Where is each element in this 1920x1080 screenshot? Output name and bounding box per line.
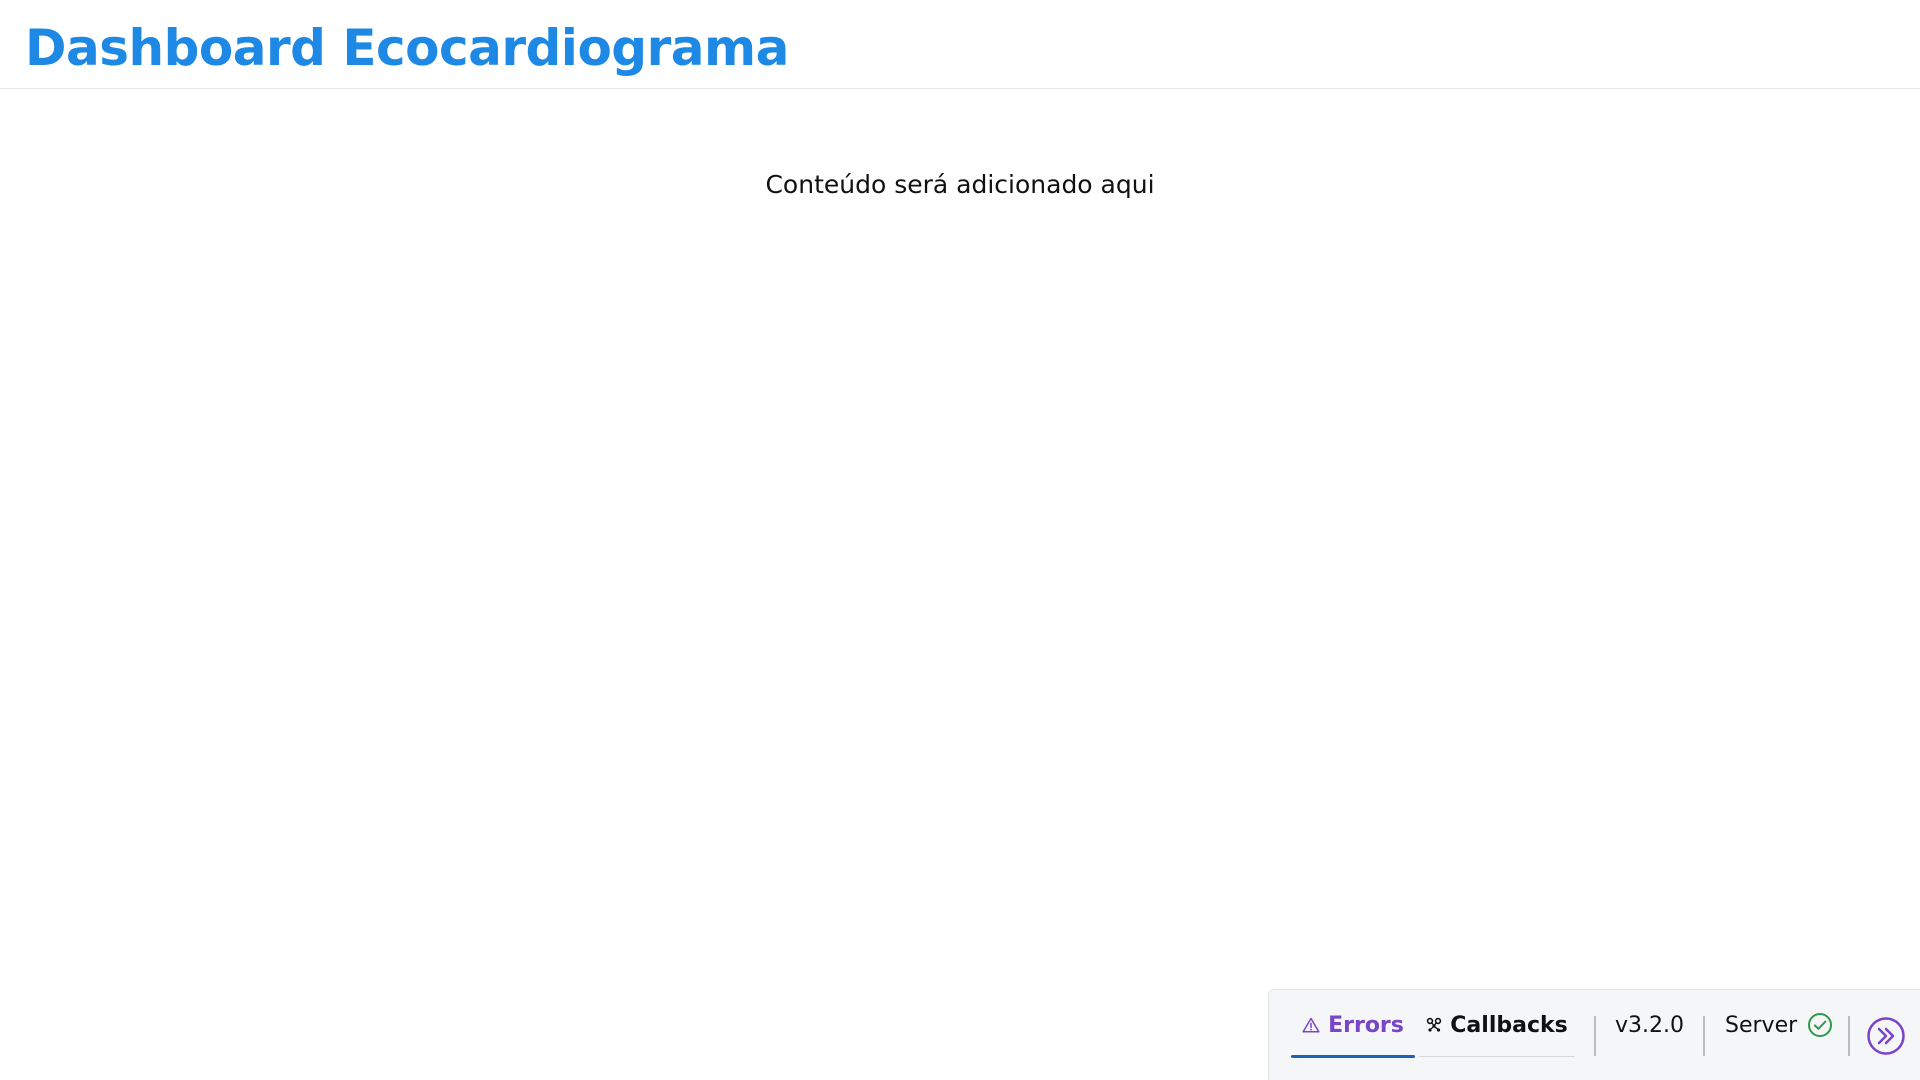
- dash-version: v3.2.0: [1615, 1012, 1684, 1038]
- warning-icon: [1302, 1017, 1320, 1033]
- server-status: Server: [1725, 990, 1833, 1060]
- tab-callbacks-label: Callbacks: [1450, 1012, 1568, 1038]
- callbacks-graph-icon: [1426, 1017, 1442, 1033]
- tab-errors[interactable]: Errors: [1291, 990, 1415, 1060]
- tab-underline: [1419, 1056, 1575, 1057]
- devtools-divider: [1703, 1016, 1705, 1056]
- check-circle-icon: [1807, 1012, 1833, 1038]
- devtools-divider: [1594, 1016, 1596, 1056]
- collapse-devtools-button[interactable]: [1866, 1016, 1906, 1056]
- app-header: Dashboard Ecocardiograma: [0, 0, 1920, 89]
- server-label: Server: [1725, 1012, 1798, 1038]
- tab-errors-label: Errors: [1328, 1012, 1404, 1038]
- double-chevron-right-icon: [1866, 1016, 1906, 1056]
- devtools-divider: [1848, 1016, 1850, 1056]
- active-tab-indicator: [1291, 1055, 1415, 1058]
- tab-callbacks[interactable]: Callbacks: [1421, 990, 1573, 1060]
- page: Dashboard Ecocardiograma Conteúdo será a…: [0, 0, 1920, 1080]
- page-title: Dashboard Ecocardiograma: [25, 19, 789, 77]
- content-placeholder-text: Conteúdo será adicionado aqui: [765, 170, 1155, 199]
- dash-devtools-bar: Errors Callbacks v3.2.0 Server: [1268, 989, 1920, 1080]
- main-content: Conteúdo será adicionado aqui: [0, 89, 1920, 989]
